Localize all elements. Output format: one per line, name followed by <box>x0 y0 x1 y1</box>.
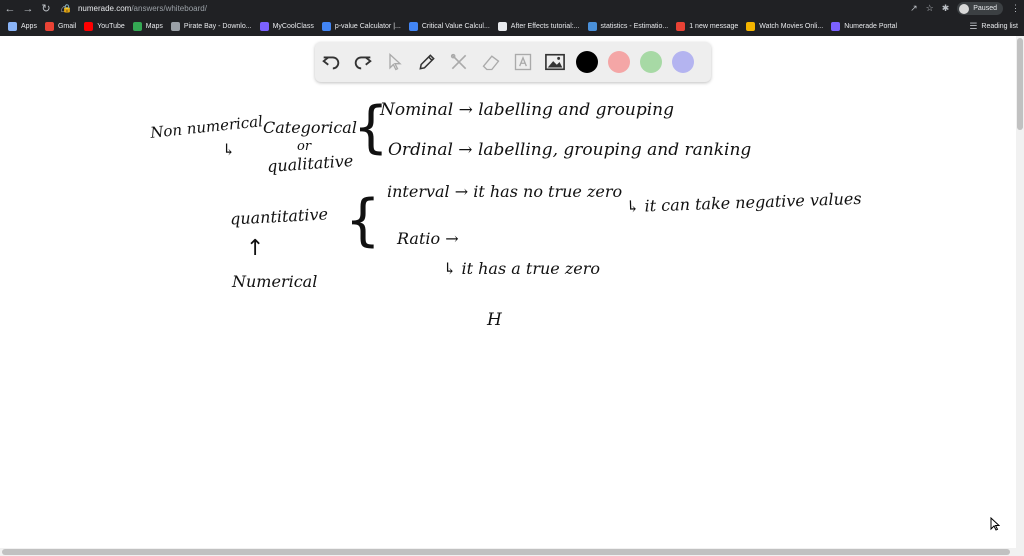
apps-icon <box>8 22 17 31</box>
youtube-icon <box>84 22 94 31</box>
bookmark-item[interactable]: After Effects tutorial:... <box>497 22 580 31</box>
text-icon <box>514 53 532 71</box>
share-icon[interactable]: ↗ <box>910 3 918 14</box>
bookmark-item[interactable]: 1 new message <box>676 22 738 31</box>
calculator-icon <box>408 22 418 31</box>
bookmark-item[interactable]: Pirate Bay - Downlo... <box>170 22 252 31</box>
text-button[interactable] <box>507 46 539 78</box>
horizontal-scrollbar[interactable] <box>0 548 1024 556</box>
mouse-cursor-icon <box>990 516 1001 536</box>
browser-actions: ↗ ☆ ✱ Paused ⋮ <box>910 0 1020 17</box>
bookmark-item[interactable]: Numerade Portal <box>831 22 897 31</box>
undo-icon <box>322 56 340 70</box>
label-or: or <box>297 139 312 154</box>
reading-list-icon: ☰ <box>969 21 978 31</box>
page-icon <box>170 22 180 31</box>
lock-icon: 🔒 <box>62 4 72 13</box>
color-purple-button[interactable] <box>667 46 699 78</box>
back-icon[interactable]: ← <box>2 1 18 17</box>
label-nominal: Nominal → labelling and grouping <box>380 100 675 120</box>
url-host: numerade.com <box>77 4 132 13</box>
bookmark-item[interactable]: p-value Calculator |... <box>321 22 401 31</box>
maps-icon <box>132 22 142 31</box>
label-ratio: Ratio → <box>397 229 459 248</box>
color-swatch <box>640 51 662 73</box>
vertical-scroll-thumb[interactable] <box>1017 38 1023 130</box>
horizontal-scroll-thumb[interactable] <box>2 549 1010 555</box>
bookmark-item[interactable]: MyCoolClass <box>259 22 314 31</box>
color-pink-button[interactable] <box>603 46 635 78</box>
bookmark-item[interactable]: Apps <box>8 22 37 31</box>
label-interval: interval → it has no true zero <box>387 182 623 201</box>
tools-button[interactable] <box>443 46 475 78</box>
eraser-icon <box>482 55 500 71</box>
reading-list-button[interactable]: ☰ Reading list <box>969 18 1018 35</box>
whiteboard-toolbar <box>315 42 711 82</box>
star-icon[interactable]: ☆ <box>926 3 934 14</box>
gmail-icon <box>44 22 54 31</box>
calculator-icon <box>321 22 331 31</box>
forward-icon[interactable]: → <box>20 1 36 17</box>
label-numerical: Numerical <box>232 272 318 291</box>
color-swatch <box>576 51 598 73</box>
image-button[interactable] <box>539 46 571 78</box>
undo-button[interactable] <box>315 46 347 78</box>
pen-icon <box>419 54 435 70</box>
redo-button[interactable] <box>347 46 379 78</box>
bookmark-item[interactable]: Critical Value Calcul... <box>408 22 490 31</box>
brace: { <box>345 188 381 253</box>
redo-icon <box>354 56 372 70</box>
after-effects-icon <box>497 22 507 31</box>
movies-icon <box>746 22 756 31</box>
color-swatch <box>608 51 630 73</box>
mail-icon <box>676 22 686 31</box>
bookmark-item[interactable]: statistics - Estimatio... <box>587 22 668 31</box>
reload-icon[interactable]: ↻ <box>38 1 54 17</box>
url-path: /answers/whiteboard/ <box>131 4 207 13</box>
label-ordinal: Ordinal → labelling, grouping and rankin… <box>388 140 752 160</box>
pen-button[interactable] <box>411 46 443 78</box>
menu-icon[interactable]: ⋮ <box>1011 3 1020 14</box>
image-icon <box>545 53 565 71</box>
bookmark-item[interactable]: YouTube <box>84 22 125 31</box>
stackexchange-icon <box>587 22 597 31</box>
label-ratio-note: ↳ it has a true zero <box>443 259 601 278</box>
bookmark-item[interactable]: Watch Movies Onli... <box>746 22 823 31</box>
address-bar-row: ← → ↻ ⌂ 🔒 numerade.com /answers/whiteboa… <box>0 0 1024 17</box>
color-black-button[interactable] <box>571 46 603 78</box>
select-button[interactable] <box>379 46 411 78</box>
color-swatch <box>672 51 694 73</box>
vertical-scrollbar[interactable] <box>1016 36 1024 548</box>
profile-label: Paused <box>973 5 997 12</box>
select-icon <box>389 52 402 71</box>
tools-icon <box>450 53 467 70</box>
address-bar[interactable]: 🔒 numerade.com /answers/whiteboard/ <box>58 1 900 16</box>
label-h: H <box>487 310 502 330</box>
color-green-button[interactable] <box>635 46 667 78</box>
numerade-icon <box>831 22 841 31</box>
eraser-button[interactable] <box>475 46 507 78</box>
browser-chrome: ← → ↻ ⌂ 🔒 numerade.com /answers/whiteboa… <box>0 0 1024 36</box>
arrow-mark: ↳ <box>222 140 236 159</box>
up-arrow: ↑ <box>246 236 265 261</box>
label-categorical: Categorical <box>263 118 357 137</box>
bookmark-item[interactable]: Maps <box>132 22 163 31</box>
profile-button[interactable]: Paused <box>957 2 1003 15</box>
bookmarks-bar: Apps Gmail YouTube Maps Pirate Bay - Dow… <box>0 18 1024 35</box>
avatar <box>959 3 970 14</box>
bookmark-item[interactable]: Gmail <box>44 22 76 31</box>
extensions-icon[interactable]: ✱ <box>942 3 950 14</box>
mycoolclass-icon <box>259 22 269 31</box>
